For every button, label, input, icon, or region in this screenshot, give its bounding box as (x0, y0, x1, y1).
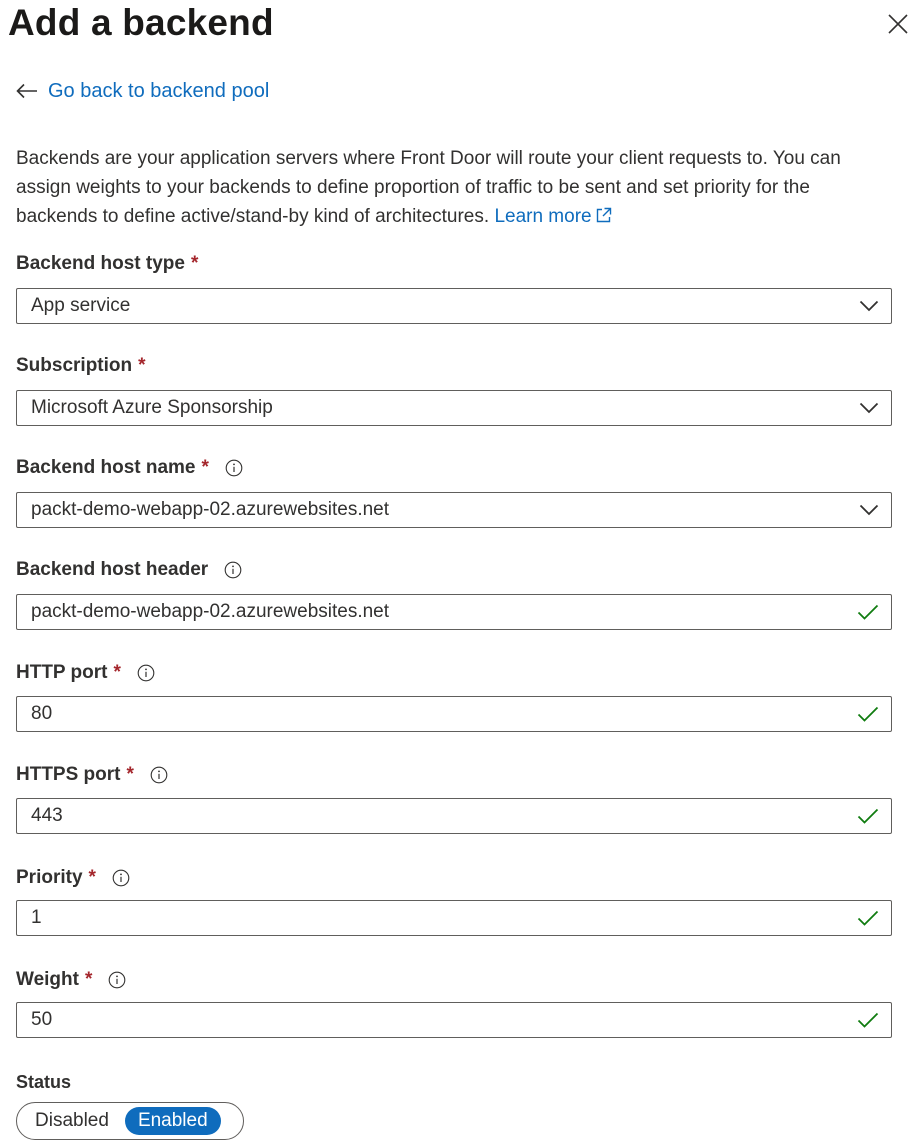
http-port-input[interactable]: 80 (16, 696, 892, 732)
required-marker: * (190, 253, 199, 274)
close-icon[interactable] (884, 10, 912, 38)
required-marker: * (84, 969, 93, 990)
checkmark-icon (857, 910, 879, 926)
backend-host-header-input[interactable]: packt-demo-webapp-02.azurewebsites.net (16, 594, 892, 630)
backend-host-name-label-text: Backend host name (16, 457, 196, 478)
backend-host-type-value: App service (31, 295, 131, 316)
info-icon[interactable] (150, 766, 168, 784)
weight-input[interactable]: 50 (16, 1002, 892, 1038)
back-link-label: Go back to backend pool (48, 79, 270, 102)
subscription-label: Subscription * (16, 352, 146, 380)
panel-title: Add a backend (8, 2, 274, 43)
backend-host-type-label: Backend host type * (16, 250, 198, 278)
info-icon[interactable] (137, 664, 155, 682)
required-marker: * (88, 867, 96, 888)
checkmark-icon (857, 808, 879, 824)
required-marker: * (201, 457, 209, 478)
subscription-label-text: Subscription (16, 355, 133, 376)
backend-host-type-dropdown[interactable]: App service (16, 288, 892, 324)
http-port-value: 80 (31, 703, 53, 724)
required-marker: * (126, 764, 134, 785)
back-to-backend-pool-link[interactable]: Go back to backend pool (16, 78, 269, 104)
status-option-disabled[interactable]: Disabled (35, 1110, 109, 1132)
weight-label-text: Weight (16, 969, 79, 990)
https-port-label: HTTPS port * (16, 761, 168, 789)
backend-host-type-label-text: Backend host type (16, 253, 185, 274)
info-icon[interactable] (112, 869, 130, 887)
backend-host-name-dropdown[interactable]: packt-demo-webapp-02.azurewebsites.net (16, 492, 892, 528)
http-port-label-text: HTTP port (16, 662, 108, 683)
arrow-left-icon (16, 83, 37, 99)
info-icon[interactable] (225, 459, 243, 477)
learn-more-label: Learn more (494, 206, 592, 227)
backend-host-name-label: Backend host name * (16, 454, 243, 482)
info-icon[interactable] (224, 561, 242, 579)
priority-label-text: Priority (16, 867, 83, 888)
status-option-enabled[interactable]: Enabled (124, 1107, 221, 1135)
chevron-down-icon (859, 300, 879, 312)
checkmark-icon (857, 604, 879, 620)
http-port-label: HTTP port * (16, 659, 155, 687)
required-marker: * (138, 355, 146, 376)
https-port-input[interactable]: 443 (16, 798, 892, 834)
backend-host-header-label-text: Backend host header (16, 559, 209, 580)
priority-input[interactable]: 1 (16, 900, 892, 936)
backend-host-header-value: packt-demo-webapp-02.azurewebsites.net (31, 601, 390, 622)
status-label: Status (16, 1071, 72, 1092)
weight-value: 50 (31, 1009, 53, 1030)
learn-more-link[interactable]: Learn more (494, 206, 611, 227)
required-marker: * (113, 662, 121, 683)
description-text: Backends are your application servers wh… (16, 148, 841, 227)
priority-value: 1 (31, 907, 42, 928)
https-port-value: 443 (31, 805, 63, 826)
status-toggle[interactable]: Disabled Enabled (16, 1102, 244, 1140)
subscription-value: Microsoft Azure Sponsorship (31, 397, 273, 418)
chevron-down-icon (859, 402, 879, 414)
priority-label: Priority * (16, 864, 130, 892)
info-icon[interactable] (108, 971, 126, 989)
checkmark-icon (857, 1012, 879, 1028)
https-port-label-text: HTTPS port (16, 764, 121, 785)
backend-host-name-value: packt-demo-webapp-02.azurewebsites.net (31, 499, 390, 520)
weight-label: Weight * (16, 966, 126, 994)
chevron-down-icon (859, 504, 879, 516)
checkmark-icon (857, 706, 879, 722)
description: Backends are your application servers wh… (16, 144, 896, 231)
external-link-icon (596, 207, 611, 223)
subscription-dropdown[interactable]: Microsoft Azure Sponsorship (16, 390, 892, 426)
backend-host-header-label: Backend host header (16, 556, 242, 584)
